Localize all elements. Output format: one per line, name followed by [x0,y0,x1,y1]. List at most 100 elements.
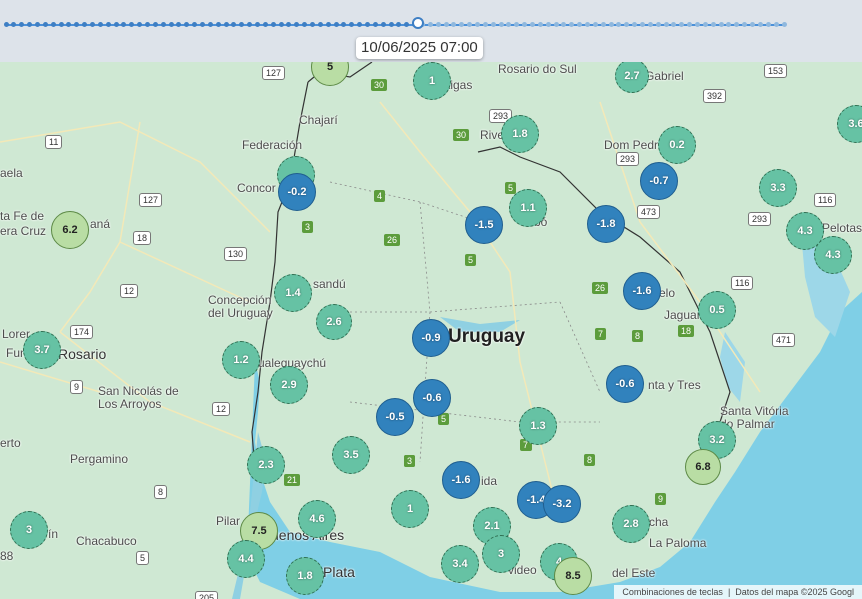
timeline-step-dot[interactable] [199,22,205,27]
timeline-step-dot[interactable] [215,22,221,27]
timeline-step-dot[interactable] [333,22,339,27]
timeline-step-dot[interactable] [443,22,449,27]
timeline-step-dot[interactable] [640,22,646,27]
timeline-step-dot[interactable] [97,22,103,27]
timeline-step-dot[interactable] [404,22,410,27]
timeline-step-dot[interactable] [302,22,308,27]
temperature-marker[interactable]: -0.6 [606,365,644,403]
timeline-step-dot[interactable] [435,22,441,27]
timeline-step-dot[interactable] [254,22,260,27]
timeline-step-dot[interactable] [113,22,119,27]
timeline-step-dot[interactable] [380,22,386,27]
timeline-step-dot[interactable] [671,22,677,27]
timeline-step-dot[interactable] [545,22,551,27]
timeline-step-dot[interactable] [600,22,606,27]
timeline-step-dot[interactable] [514,22,520,27]
timeline-step-dot[interactable] [695,22,701,27]
temperature-marker[interactable]: 4.6 [298,500,336,538]
timeline-step-dot[interactable] [781,22,787,27]
timeline-step-dot[interactable] [160,22,166,27]
timeline-step-dot[interactable] [176,22,182,27]
timeline-step-dot[interactable] [427,22,433,27]
timeline-step-dot[interactable] [192,22,198,27]
timeline-step-dot[interactable] [632,22,638,27]
timeline-step-dot[interactable] [553,22,559,27]
timeline-step-dot[interactable] [207,22,213,27]
timeline-step-dot[interactable] [647,22,653,27]
temperature-marker[interactable]: -3.2 [543,485,581,523]
timeline-step-dot[interactable] [718,22,724,27]
timeline-step-dot[interactable] [506,22,512,27]
temperature-marker[interactable]: 3.3 [759,169,797,207]
timeline-step-dot[interactable] [561,22,567,27]
timeline-step-dot[interactable] [121,22,127,27]
timeline-step-dot[interactable] [522,22,528,27]
temperature-marker[interactable]: -1.6 [442,461,480,499]
timeline-step-dot[interactable] [592,22,598,27]
timeline-step-dot[interactable] [325,22,331,27]
timeline-step-dot[interactable] [734,22,740,27]
timeline-step-dot[interactable] [239,22,245,27]
timeline-step-dot[interactable] [687,22,693,27]
timeline-step-dot[interactable] [577,22,583,27]
temperature-marker[interactable]: 2.6 [316,304,352,340]
temperature-marker[interactable]: 1.8 [286,557,324,595]
temperature-marker[interactable]: 6.8 [685,449,721,485]
timeline-step-dot[interactable] [616,22,622,27]
temperature-marker[interactable]: 3.4 [441,545,479,583]
timeline-step-dot[interactable] [11,22,17,27]
timeline-step-dot[interactable] [286,22,292,27]
timeline-step-dot[interactable] [27,22,33,27]
timeline-step-dot[interactable] [294,22,300,27]
keyboard-shortcuts-link[interactable]: Combinaciones de teclas [622,587,723,597]
timeline-step-dot[interactable] [349,22,355,27]
timeline-step-dot[interactable] [757,22,763,27]
timeline-step-dot[interactable] [309,22,315,27]
timeline-step-dot[interactable] [89,22,95,27]
timeline-step-dot[interactable] [372,22,378,27]
temperature-marker[interactable]: 4.4 [227,540,265,578]
timeline-step-dot[interactable] [726,22,732,27]
timeline-step-dot[interactable] [655,22,661,27]
timeline-step-dot[interactable] [278,22,284,27]
timeline-step-dot[interactable] [537,22,543,27]
temperature-marker[interactable]: 3.7 [23,331,61,369]
temperature-marker[interactable]: 1 [391,490,429,528]
temperature-marker[interactable]: 1 [413,62,451,100]
timeline-step-dot[interactable] [144,22,150,27]
timeline-step-dot[interactable] [459,22,465,27]
timeline-step-dot[interactable] [341,22,347,27]
timeline-step-dot[interactable] [137,22,143,27]
timeline-step-dot[interactable] [129,22,135,27]
timeline-step-dot[interactable] [388,22,394,27]
temperature-marker[interactable]: 3 [482,535,520,573]
timeline-step-dot[interactable] [530,22,536,27]
temperature-marker[interactable]: 3.5 [332,436,370,474]
temperature-marker[interactable]: 6.2 [51,211,89,249]
timeline-step-dot[interactable] [168,22,174,27]
timeline-step-dot[interactable] [19,22,25,27]
timeline-step-dot[interactable] [231,22,237,27]
timeline-step-dot[interactable] [742,22,748,27]
timeline-step-dot[interactable] [585,22,591,27]
temperature-marker[interactable]: 2.3 [247,446,285,484]
timeline-step-dot[interactable] [58,22,64,27]
timeline-step-dot[interactable] [679,22,685,27]
timeline-step-dot[interactable] [569,22,575,27]
temperature-marker[interactable]: -0.7 [640,162,678,200]
temperature-marker[interactable]: 1.3 [519,407,557,445]
map-data-credit[interactable]: Datos del mapa ©2025 Googl [735,587,854,597]
timeline-step-dot[interactable] [152,22,158,27]
timeline-step-dot[interactable] [262,22,268,27]
timeline-step-dot[interactable] [50,22,56,27]
temperature-marker[interactable]: -1.5 [465,206,503,244]
timeline-step-dot[interactable] [490,22,496,27]
temperature-marker[interactable]: 1.1 [509,189,547,227]
timeline-step-dot[interactable] [475,22,480,27]
timeline-step-dot[interactable] [357,22,363,27]
temperature-marker[interactable]: -1.6 [623,272,661,310]
temperature-marker[interactable]: 1.8 [501,115,539,153]
temperature-marker[interactable]: -0.9 [412,319,450,357]
temperature-marker[interactable]: 0.2 [658,126,696,164]
temperature-marker[interactable]: 4.3 [814,236,852,274]
